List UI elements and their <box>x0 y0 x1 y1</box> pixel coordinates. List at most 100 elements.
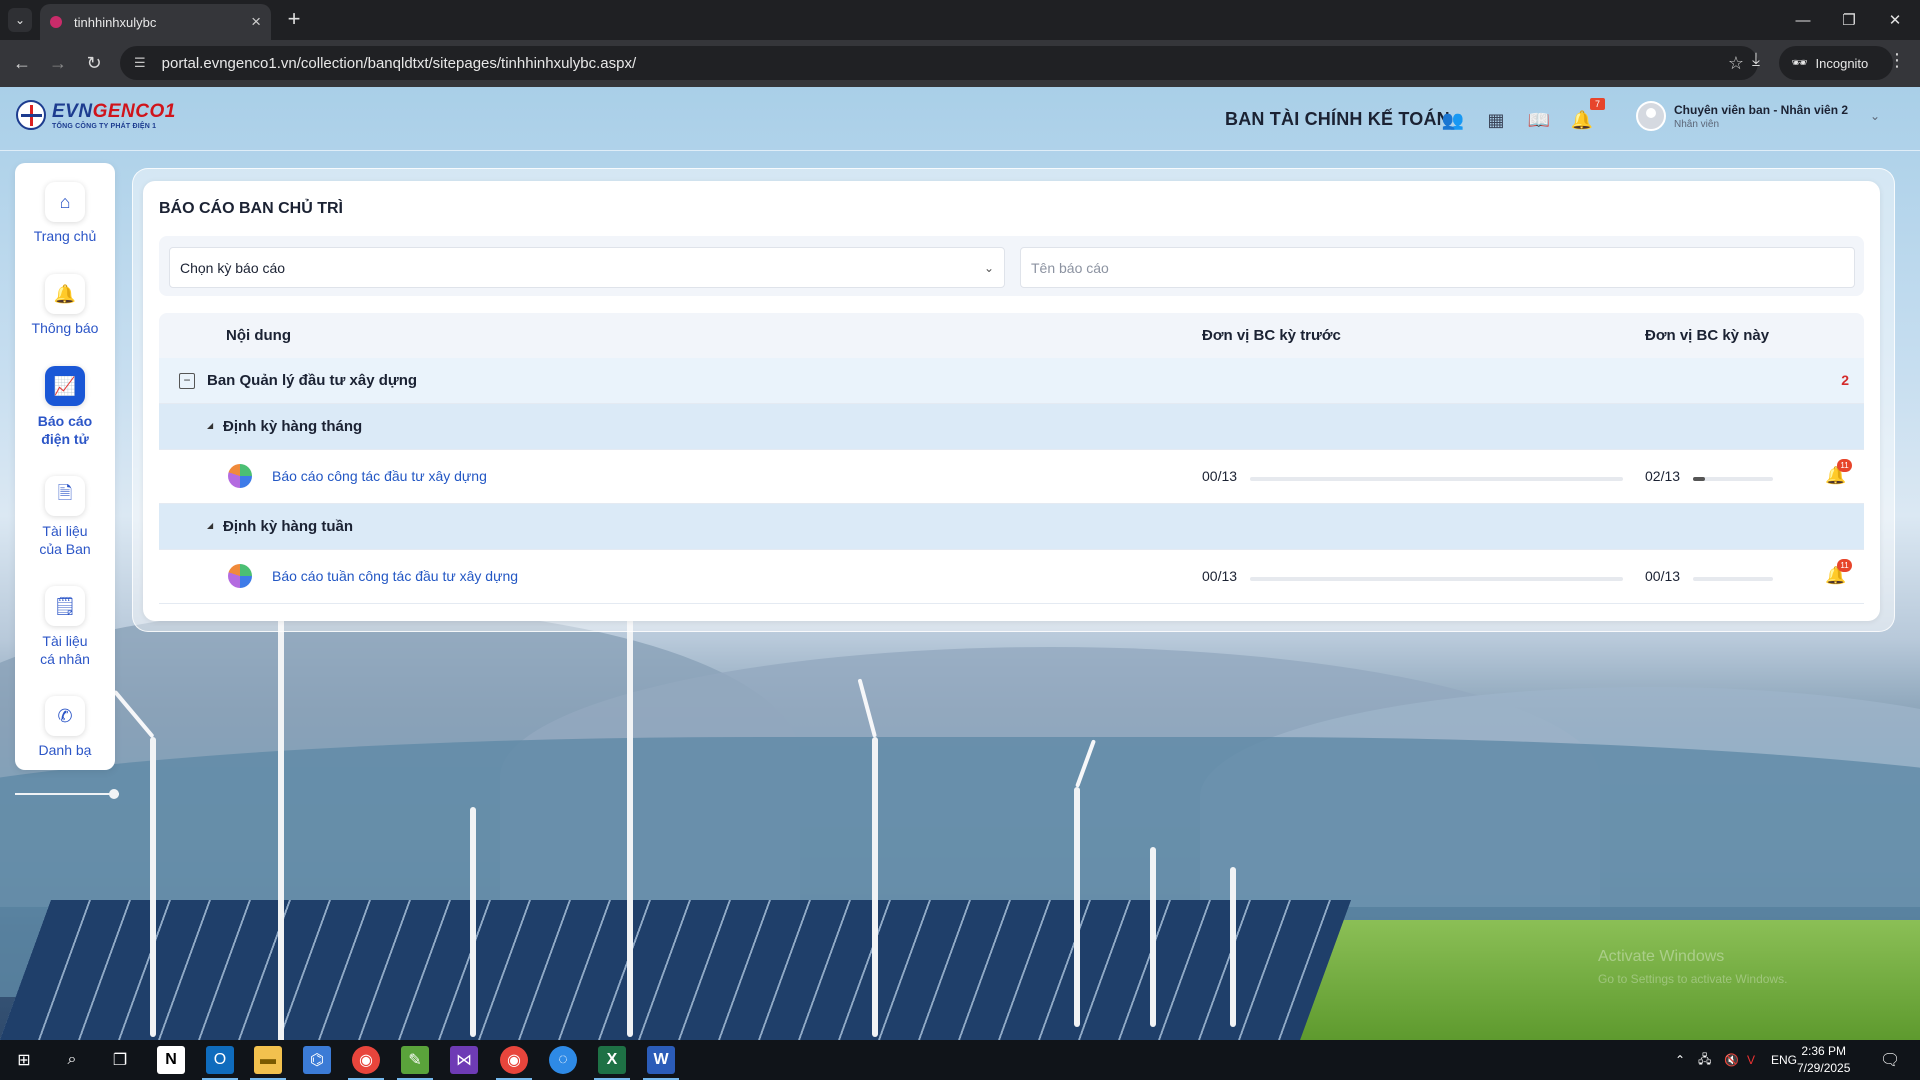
browser-tab[interactable]: tinhhinhxulybc × <box>40 4 271 40</box>
user-name: Chuyên viên ban - Nhân viên 2 <box>1674 102 1849 117</box>
users-icon[interactable]: 👥 <box>1440 108 1466 134</box>
network-icon[interactable]: 🖧 <box>1698 1040 1711 1080</box>
app-header <box>0 87 1920 151</box>
period-select[interactable]: Chọn kỳ báo cáo ⌄ <box>169 247 1005 288</box>
page-title: BÁO CÁO BAN CHỦ TRÌ <box>159 200 343 217</box>
chrome-profile-icon[interactable]: ◉ <box>500 1046 528 1074</box>
section-row-monthly[interactable]: ◢ Định kỳ hàng tháng <box>159 404 1864 450</box>
tab-close-icon[interactable]: × <box>251 12 261 32</box>
current-period-count: 00/13 <box>1645 568 1681 584</box>
sidebar-item-label: Báo cáo điện tử <box>37 413 93 447</box>
url-text: portal.evngenco1.vn/collection/banqldtxt… <box>161 54 637 72</box>
tab-title: tinhhinhxulybc <box>74 14 157 30</box>
user-role: Nhân viên <box>1674 118 1720 130</box>
evngenco1-logo[interactable]: EVNGENCO1 TỔNG CÔNG TY PHÁT ĐIỆN 1 <box>16 100 176 130</box>
caret-icon[interactable]: ◢ <box>207 421 213 430</box>
user-menu[interactable]: Chuyên viên ban - Nhân viên 2 Nhân viên … <box>1636 101 1880 131</box>
sidebar-item-notifications[interactable]: 🔔 Thông báo <box>15 274 115 336</box>
notepad-plus-icon[interactable]: ✎ <box>401 1046 429 1074</box>
address-bar[interactable]: ☰ portal.evngenco1.vn/collection/banqldt… <box>120 46 1758 80</box>
action-center-icon[interactable]: 🗨 <box>1880 1040 1900 1080</box>
current-progress-fill <box>1693 477 1706 481</box>
report-link[interactable]: Báo cáo tuần công tác đầu tư xây dựng <box>272 568 518 584</box>
pie-chart-icon <box>228 564 252 588</box>
windows-start-icon[interactable]: ⊞ <box>10 1046 38 1074</box>
notification-badge: 7 <box>1590 98 1605 110</box>
sidebar-item-label: Danh bạ <box>38 742 92 758</box>
activate-windows-title: Activate Windows <box>1598 948 1725 965</box>
task-view-icon[interactable]: ❐ <box>106 1046 134 1074</box>
section-row-weekly[interactable]: ◢ Định kỳ hàng tuần <box>159 504 1864 550</box>
system-clock[interactable]: 2:36 PM 7/29/2025 <box>1797 1043 1850 1077</box>
alert-count-badge: 11 <box>1837 559 1852 572</box>
caret-icon[interactable]: ◢ <box>207 521 213 530</box>
sidebar-item-label: Thông báo <box>31 320 99 336</box>
unikey-icon[interactable]: V <box>1747 1040 1755 1080</box>
download-icon[interactable]: ⤓ <box>1742 49 1770 70</box>
language-indicator[interactable]: ENG <box>1771 1040 1797 1080</box>
site-info-icon[interactable]: ☰ <box>134 55 146 71</box>
book-icon[interactable]: 📖 <box>1526 108 1552 134</box>
prev-period-count: 00/13 <box>1202 568 1238 584</box>
alert-count-badge: 11 <box>1837 459 1852 472</box>
back-button[interactable]: ← <box>8 50 36 78</box>
prev-period-count: 00/13 <box>1202 468 1238 484</box>
tab-favicon-icon <box>50 16 62 28</box>
report-link[interactable]: Báo cáo công tác đầu tư xây dựng <box>272 468 487 484</box>
sidebar-item-contacts[interactable]: ✆ Danh bạ <box>15 696 115 758</box>
column-header-current: Đơn vị BC kỳ này <box>1645 327 1770 344</box>
phone-icon: ✆ <box>45 696 85 736</box>
side-nav: ⌂ Trang chủ 🔔 Thông báo 📈 Báo cáo điện t… <box>15 163 115 770</box>
word-icon[interactable]: W <box>647 1046 675 1074</box>
sidebar-item-personal-documents[interactable]: 🗒 Tài liệu cá nhân <box>15 586 115 668</box>
network-app-icon[interactable]: ⌬ <box>303 1046 331 1074</box>
sidebar-scroll-handle[interactable] <box>15 789 119 799</box>
browser-menu-icon[interactable]: ⋮ <box>1888 50 1906 71</box>
column-header-content: Nội dung <box>226 327 291 344</box>
tray-chevron-icon[interactable]: ⌃ <box>1675 1040 1685 1080</box>
sidebar-item-home[interactable]: ⌂ Trang chủ <box>15 182 115 244</box>
report-name-input[interactable] <box>1020 247 1855 288</box>
sidebar-item-e-reports[interactable]: 📈 Báo cáo điện tử <box>15 366 115 448</box>
reload-button[interactable]: ↻ <box>80 50 108 78</box>
chrome-icon[interactable]: ◉ <box>352 1046 380 1074</box>
restore-button[interactable]: ❐ <box>1826 0 1872 40</box>
group-row[interactable]: − Ban Quản lý đầu tư xây dựng 2 <box>159 358 1864 404</box>
excel-icon[interactable]: X <box>598 1046 626 1074</box>
close-window-button[interactable]: ✕ <box>1872 0 1918 40</box>
search-icon[interactable]: ⌕ <box>58 1046 86 1074</box>
period-select-value: Chọn kỳ báo cáo <box>180 259 286 276</box>
table-row: Báo cáo công tác đầu tư xây dựng 00/13 0… <box>159 450 1864 504</box>
collapse-toggle-icon[interactable]: − <box>179 373 195 389</box>
tab-search-button[interactable]: ⌄ <box>8 8 32 32</box>
notion-icon[interactable]: N <box>157 1046 185 1074</box>
minimize-button[interactable]: — <box>1780 0 1826 40</box>
logo-text: EVNGENCO1 <box>52 101 176 123</box>
prev-progress-bar <box>1250 477 1623 481</box>
volume-muted-icon[interactable]: 🔇 <box>1724 1040 1739 1080</box>
outlook-icon[interactable]: O <box>206 1046 234 1074</box>
header-bell-icon[interactable]: 🔔 <box>1569 108 1595 134</box>
chevron-down-icon: ⌄ <box>983 260 994 275</box>
column-header-prev: Đơn vị BC kỳ trước <box>1202 327 1341 344</box>
sidebar-item-dept-documents[interactable]: 🗎 Tài liệu của Ban <box>15 476 115 558</box>
pie-chart-icon <box>228 464 252 488</box>
taskbar: ⊞ ⌕ ❐ N O ▬ ⌬ ◉ ✎ ⋈ ◉ ◌ X W ⌃ 🖧 🔇 V ENG … <box>0 1040 1920 1080</box>
file-explorer-icon[interactable]: ▬ <box>254 1046 282 1074</box>
new-tab-button[interactable]: + <box>281 7 307 33</box>
incognito-badge[interactable]: 🕶 Incognito <box>1779 46 1893 80</box>
incognito-icon: 🕶 <box>1791 55 1808 70</box>
table-row: Báo cáo tuần công tác đầu tư xây dựng 00… <box>159 550 1864 604</box>
zalo-icon[interactable]: ◌ <box>549 1046 577 1074</box>
visual-studio-icon[interactable]: ⋈ <box>450 1046 478 1074</box>
logo-subtitle: TỔNG CÔNG TY PHÁT ĐIỆN 1 <box>52 122 157 130</box>
apps-grid-icon[interactable]: ▦ <box>1483 108 1509 134</box>
home-icon: ⌂ <box>45 182 85 222</box>
current-period-count: 02/13 <box>1645 468 1681 484</box>
chevron-down-icon[interactable]: ⌄ <box>1870 109 1880 123</box>
sidebar-item-label: Trang chủ <box>33 228 97 244</box>
table-header: Nội dung Đơn vị BC kỳ trước Đơn vị BC kỳ… <box>159 313 1864 358</box>
clock-time: 2:36 PM <box>1801 1044 1847 1058</box>
bell-icon: 🔔 <box>45 274 85 314</box>
forward-button[interactable]: → <box>44 50 72 78</box>
